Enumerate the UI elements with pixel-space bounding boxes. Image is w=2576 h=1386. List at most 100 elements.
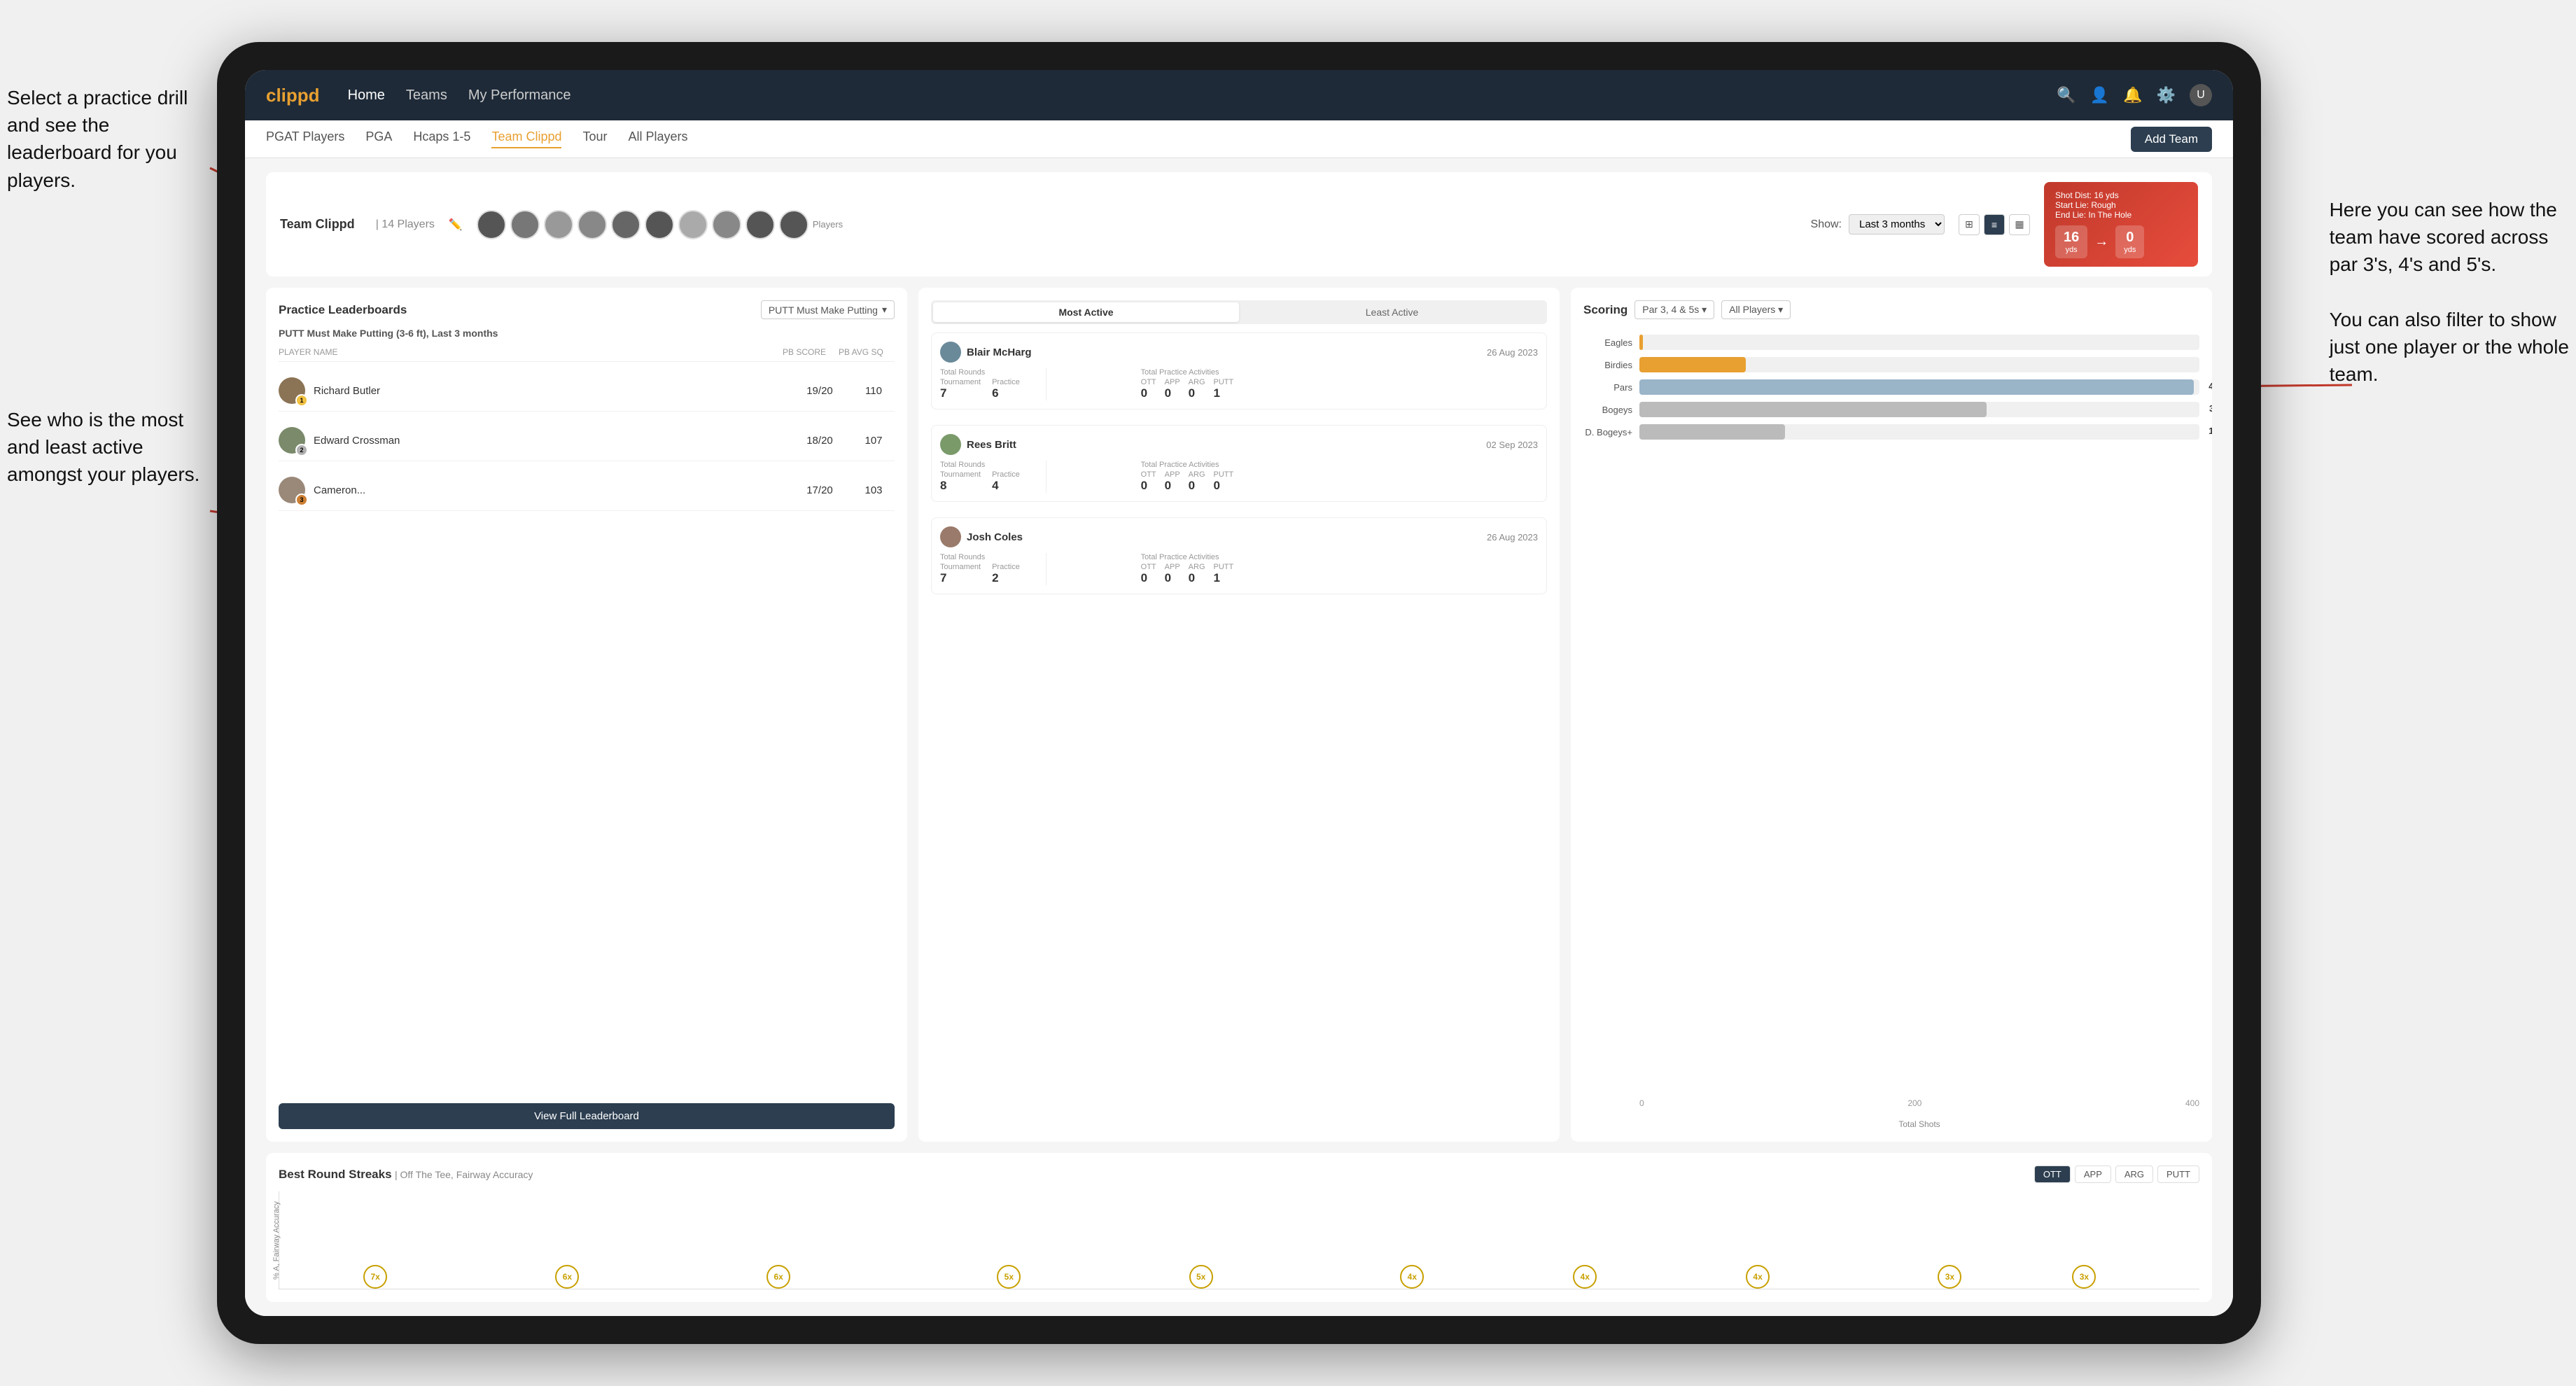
player-info-1: Blair McHarg <box>940 342 1032 363</box>
search-icon[interactable]: 🔍 <box>2057 86 2076 104</box>
total-shots-label: Total Shots <box>1583 1119 2199 1129</box>
nav-link-my-performance[interactable]: My Performance <box>468 88 571 104</box>
nav-links: Home Teams My Performance <box>348 88 2057 104</box>
streak-btn-ott[interactable]: OTT <box>2034 1166 2071 1183</box>
stat-total-rounds-3: Total Rounds Tournament7 Practice2 <box>940 553 1036 585</box>
subnav-pga[interactable]: PGA <box>365 130 392 148</box>
player-avatars: Players <box>477 210 1797 239</box>
par-name-1: Blair McHarg <box>967 346 1032 358</box>
rank-badge-1: 1 <box>295 394 308 407</box>
tablet-screen: clippd Home Teams My Performance 🔍 👤 🔔 ⚙… <box>245 70 2233 1316</box>
lb-row-1: 1 Richard Butler 19/20 110 <box>279 370 895 412</box>
avatar-6 <box>645 210 674 239</box>
person-icon[interactable]: 👤 <box>2090 86 2109 104</box>
streak-value-3: 6x <box>766 1265 790 1289</box>
par-name-3: Josh Coles <box>967 531 1023 543</box>
streaks-subtitle: | Off The Tee, Fairway Accuracy <box>395 1169 533 1180</box>
streak-dot-6: 4x <box>1400 1265 1424 1289</box>
streak-value-6: 4x <box>1400 1265 1424 1289</box>
bar-label-bogeys: Bogeys <box>1583 405 1632 415</box>
stat-total-rounds-label-1: Total Rounds Tournament 7 Practice 6 <box>940 368 1036 400</box>
streak-btn-arg[interactable]: ARG <box>2115 1166 2153 1183</box>
leaderboards-title: Practice Leaderboards <box>279 303 407 317</box>
list-view-btn[interactable]: ≡ <box>1984 214 2005 235</box>
subnav-all-players[interactable]: All Players <box>629 130 688 148</box>
player-info-2: Rees Britt <box>940 434 1016 455</box>
par-avatar-3 <box>940 526 961 547</box>
streak-dot-2: 6x <box>555 1265 579 1289</box>
team-header: Team Clippd | 14 Players ✏️ Players <box>266 172 2212 276</box>
bar-fill-pars <box>1639 379 2194 395</box>
bar-track-bogeys: 311 <box>1639 402 2199 417</box>
bell-icon[interactable]: 🔔 <box>2123 86 2142 104</box>
practice-leaderboards-card: Practice Leaderboards PUTT Must Make Put… <box>266 288 907 1142</box>
leaderboard-subtitle: PUTT Must Make Putting (3-6 ft), Last 3 … <box>279 328 895 339</box>
lb-avatar-1: 1 <box>279 377 305 404</box>
yds-from: 16 <box>2064 230 2079 246</box>
scoring-filter-par[interactable]: Par 3, 4 & 5s ▾ <box>1634 300 1714 319</box>
view-full-leaderboard-button[interactable]: View Full Leaderboard <box>279 1103 895 1129</box>
lb-avg-1: 110 <box>853 385 895 397</box>
lb-score-1: 19/20 <box>795 385 844 397</box>
streaks-buttons: OTT APP ARG PUTT <box>2034 1166 2199 1183</box>
period-select[interactable]: Last 3 months Last 6 months Last year <box>1849 214 1945 234</box>
streaks-title: Best Round Streaks <box>279 1168 392 1181</box>
nav-link-home[interactable]: Home <box>348 88 385 104</box>
settings-icon[interactable]: ⚙️ <box>2157 86 2176 104</box>
subnav-team-clippd[interactable]: Team Clippd <box>491 130 561 148</box>
tab-least-active[interactable]: Least Active <box>1239 302 1545 322</box>
rank-badge-2: 2 <box>295 444 308 456</box>
subnav-links: PGAT Players PGA Hcaps 1-5 Team Clippd T… <box>266 130 2131 148</box>
main-content: Team Clippd | 14 Players ✏️ Players <box>245 158 2233 1316</box>
subnav-tour[interactable]: Tour <box>582 130 607 148</box>
add-team-button[interactable]: Add Team <box>2131 127 2212 152</box>
bar-track-pars: 499 <box>1639 379 2199 395</box>
bar-track-eagles: 3 <box>1639 335 2199 350</box>
leaderboards-header: Practice Leaderboards PUTT Must Make Put… <box>279 300 895 319</box>
bar-value-pars: 499 <box>2208 381 2212 391</box>
nav-link-teams[interactable]: Teams <box>406 88 447 104</box>
streak-dot-10: 3x <box>2072 1265 2096 1289</box>
streak-dot-3: 6x <box>766 1265 790 1289</box>
streaks-header: Best Round Streaks | Off The Tee, Fairwa… <box>279 1166 2199 1183</box>
subnav-pgat[interactable]: PGAT Players <box>266 130 344 148</box>
subnav: PGAT Players PGA Hcaps 1-5 Team Clippd T… <box>245 120 2233 158</box>
lb-score-3: 17/20 <box>795 484 844 496</box>
subnav-hcaps[interactable]: Hcaps 1-5 <box>413 130 470 148</box>
drill-selector[interactable]: PUTT Must Make Putting ▾ <box>761 300 895 319</box>
lb-score-2: 18/20 <box>795 435 844 447</box>
stat-total-rounds-2: Total Rounds Tournament8 Practice4 <box>940 461 1036 493</box>
lb-avg-2: 107 <box>853 435 895 447</box>
scoring-header: Scoring Par 3, 4 & 5s ▾ All Players ▾ <box>1583 300 2199 319</box>
avatar-4 <box>578 210 607 239</box>
streaks-title-group: Best Round Streaks | Off The Tee, Fairwa… <box>279 1168 533 1182</box>
navbar: clippd Home Teams My Performance 🔍 👤 🔔 ⚙… <box>245 70 2233 120</box>
grid-view-btn[interactable]: ⊞ <box>1959 214 1980 235</box>
bar-row-dbogeys: D. Bogeys+ 131 <box>1583 424 2199 440</box>
table-view-btn[interactable]: ▦ <box>2009 214 2030 235</box>
streak-dot-8: 4x <box>1746 1265 1770 1289</box>
team-title: Team Clippd <box>280 217 355 232</box>
team-players-count: | 14 Players <box>376 218 435 231</box>
streak-dot-4: 5x <box>997 1265 1021 1289</box>
lb-player-name-1: Richard Butler <box>314 385 787 397</box>
streak-btn-app[interactable]: APP <box>2075 1166 2111 1183</box>
lb-player-name-3: Cameron... <box>314 484 787 496</box>
avatar-10 <box>779 210 808 239</box>
streaks-chart: % A, Fairway Accuracy 7x 6x 6x <box>279 1191 2199 1289</box>
edit-icon[interactable]: ✏️ <box>449 218 463 232</box>
bar-chart: Eagles 3 Birdies 96 <box>1583 328 2199 1090</box>
show-filter: Show: Last 3 months Last 6 months Last y… <box>1811 214 1945 234</box>
streak-btn-putt[interactable]: PUTT <box>2157 1166 2199 1183</box>
players-label: Players <box>813 219 843 230</box>
rank-badge-3: 3 <box>295 493 308 506</box>
annotation-top-right: Here you can see how the team have score… <box>2330 196 2569 388</box>
tab-most-active[interactable]: Most Active <box>933 302 1239 322</box>
stat-practice-activities-1: Total Practice Activities OTT0 APP0 ARG0… <box>1141 368 1237 400</box>
avatar-5 <box>611 210 640 239</box>
avatar-icon[interactable]: U <box>2190 84 2212 106</box>
par-date-1: 26 Aug 2023 <box>1487 347 1538 358</box>
scoring-filter-players[interactable]: All Players ▾ <box>1721 300 1791 319</box>
par-row-header-1: Blair McHarg 26 Aug 2023 <box>940 342 1538 363</box>
par-avatar-2 <box>940 434 961 455</box>
